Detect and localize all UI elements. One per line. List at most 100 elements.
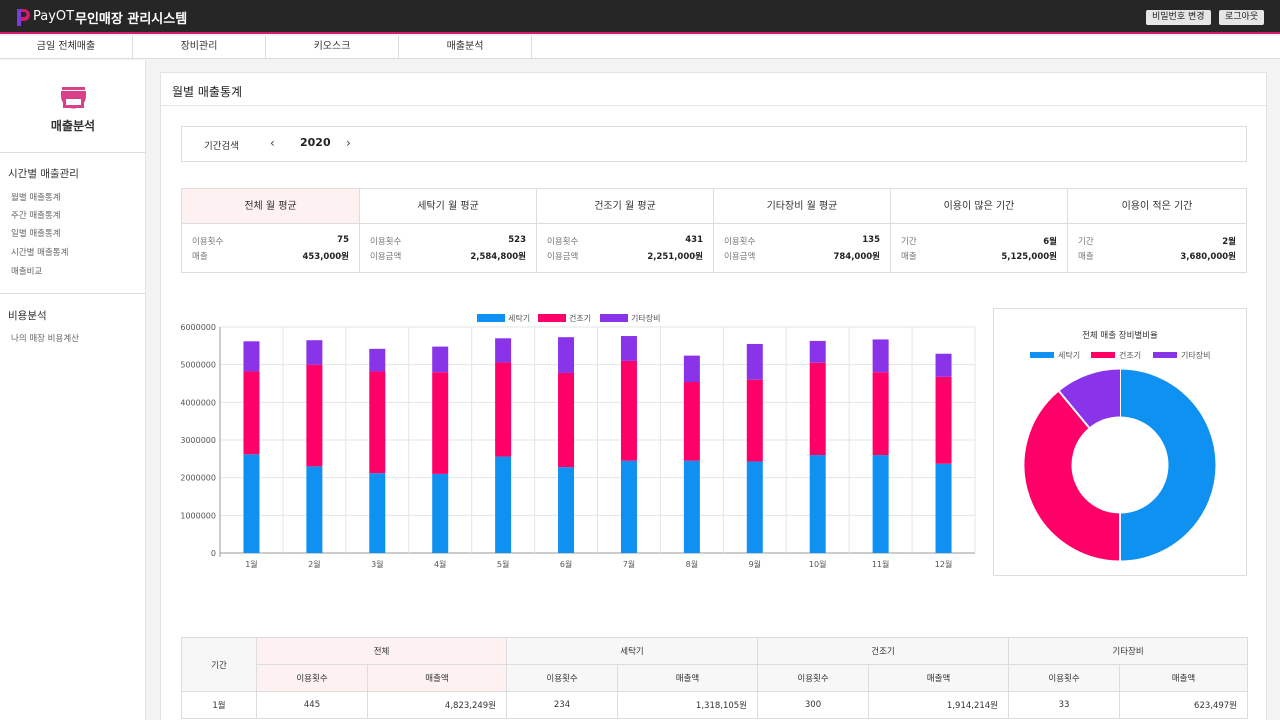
chevron-left-icon[interactable]: ‹ — [270, 136, 275, 150]
bar-세탁기 — [872, 455, 889, 553]
stat-value: 431 — [685, 235, 703, 245]
stat-card-title: 기타장비 월 평균 — [714, 189, 890, 224]
logout-button[interactable]: 로그아웃 — [1219, 10, 1265, 25]
donut-slice-기타장비 — [1059, 369, 1121, 429]
stat-card-quietest: 이용이 적은 기간 기간 2월 매출 3,680,000원 — [1068, 189, 1246, 272]
x-tick-label: 11월 — [872, 559, 890, 569]
monthly-sales-table: 기간 전체 세탁기 건조기 기타장비 이용횟수 매출액 이용횟수 매출액 이용횟… — [181, 637, 1249, 719]
table-header-washer: 세탁기 — [506, 637, 759, 665]
top-bar: PayOT 무인매장 관리시스템 비밀번호 변경 로그아웃 — [0, 0, 1280, 34]
bar-건조기 — [432, 372, 449, 474]
nav-item-kiosk[interactable]: 키오스크 — [266, 36, 399, 59]
stat-value: 523 — [508, 235, 526, 245]
x-tick-label: 10월 — [809, 559, 827, 569]
sidebar-link-compare[interactable]: 매출비교 — [11, 265, 42, 277]
sidebar-link-monthly[interactable]: 월별 매출통계 — [11, 191, 61, 203]
table-header-dryer: 건조기 — [757, 637, 1010, 665]
bar-세탁기 — [809, 455, 826, 553]
nav-item-today-sales[interactable]: 금일 전체매출 — [0, 36, 133, 59]
stat-key: 이용횟수 — [724, 237, 756, 247]
x-tick-label: 8월 — [686, 559, 698, 569]
x-tick-label: 4월 — [434, 559, 446, 569]
stat-card-row: 이용금액 784,000원 — [724, 250, 880, 262]
table-subheader-amount: 매출액 — [366, 664, 508, 692]
bar-기타장비 — [935, 353, 952, 377]
period-year: 2020 — [300, 136, 331, 149]
table-header-total: 전체 — [255, 637, 508, 665]
y-tick-label: 3000000 — [180, 436, 216, 445]
nav-item-equipment[interactable]: 장비관리 — [133, 36, 266, 59]
sidebar-link-hourly[interactable]: 시간별 매출통계 — [11, 246, 68, 258]
stat-key: 이용금액 — [724, 252, 756, 262]
legend-swatch — [1153, 352, 1177, 358]
x-tick-label: 12월 — [935, 559, 953, 569]
stat-card-title: 전체 월 평균 — [182, 189, 359, 224]
stat-key: 매출 — [192, 252, 208, 262]
stat-value: 5,125,000원 — [1001, 252, 1057, 262]
bar-기타장비 — [558, 337, 575, 373]
nav-item-sales-analysis[interactable]: 매출분석 — [399, 36, 532, 59]
brand-name: PayOT — [33, 9, 75, 24]
bar-기타장비 — [306, 340, 323, 365]
table-subheader-amount: 매출액 — [868, 664, 1010, 692]
bar-기타장비 — [432, 346, 449, 373]
bar-건조기 — [872, 372, 889, 456]
equipment-ratio-donut-chart: 세탁기 건조기 기타장비 — [1024, 350, 1216, 561]
bar-기타장비 — [872, 339, 889, 373]
x-tick-label: 6월 — [560, 559, 572, 569]
bar-건조기 — [243, 371, 260, 455]
stat-card-title: 세탁기 월 평균 — [360, 189, 536, 224]
bar-세탁기 — [432, 473, 449, 553]
stat-card-row: 기간 6월 — [901, 235, 1057, 247]
stat-value: 2월 — [1222, 237, 1236, 247]
stat-card-dryer: 건조기 월 평균 이용횟수 431 이용금액 2,251,000원 — [537, 189, 714, 272]
stat-card-row: 이용횟수 75 — [192, 235, 349, 247]
sidebar-link-weekly[interactable]: 주간 매출통계 — [11, 209, 61, 221]
table-cell: 234 — [506, 691, 619, 719]
x-tick-label: 2월 — [308, 559, 320, 569]
bar-세탁기 — [620, 460, 637, 553]
sidebar-link-daily[interactable]: 일별 매출통계 — [11, 227, 61, 239]
sidebar-group-cost[interactable]: 비용분석 — [8, 308, 47, 323]
page-title: 월별 매출통계 — [172, 85, 243, 99]
y-tick-label: 0 — [211, 549, 216, 558]
legend-label: 세탁기 — [508, 313, 530, 323]
table-subheader-count: 이용횟수 — [256, 664, 368, 692]
bar-건조기 — [495, 362, 512, 457]
y-tick-label: 6000000 — [180, 323, 216, 332]
table-cell: 33 — [1008, 691, 1121, 719]
stat-card-row: 기간 2월 — [1078, 235, 1236, 247]
panel-header: 월별 매출통계 — [161, 73, 1266, 106]
table-cell: 4,823,249원 — [366, 691, 508, 719]
legend-swatch — [477, 314, 505, 322]
sidebar: 매출분석 시간별 매출관리 월별 매출통계 주간 매출통계 일별 매출통계 시간… — [0, 60, 146, 720]
bar-건조기 — [620, 360, 637, 461]
chevron-right-icon[interactable]: › — [346, 136, 351, 150]
change-password-button[interactable]: 비밀번호 변경 — [1146, 10, 1211, 25]
stat-card-row: 이용횟수 431 — [547, 235, 703, 247]
equipment-ratio-panel: 전체 매출 장비별비율 세탁기 건조기 기타장비 — [993, 308, 1247, 576]
y-tick-label: 4000000 — [180, 398, 216, 407]
table-subheader-amount: 매출액 — [1119, 664, 1249, 692]
bar-세탁기 — [558, 467, 575, 553]
table-header-period: 기간 — [181, 637, 257, 692]
main-panel: 월별 매출통계 기간검색 ‹ 2020 › 전체 월 평균 이용횟수 75 매출 4… — [160, 72, 1267, 720]
table-cell: 1,914,214원 — [868, 691, 1010, 719]
stat-key: 매출 — [1078, 252, 1094, 262]
stat-card-row: 이용금액 2,251,000원 — [547, 250, 703, 262]
stat-card-row: 이용횟수 523 — [370, 235, 526, 247]
stat-value: 3,680,000원 — [1180, 252, 1236, 262]
stat-value: 784,000원 — [833, 252, 880, 262]
table-cell: 623,497원 — [1119, 691, 1249, 719]
stat-key: 이용금액 — [547, 252, 579, 262]
bar-건조기 — [306, 364, 323, 467]
table-cell: 445 — [256, 691, 368, 719]
table-subheader-amount: 매출액 — [617, 664, 759, 692]
sidebar-group-time-sales[interactable]: 시간별 매출관리 — [8, 166, 79, 181]
stat-card-total: 전체 월 평균 이용횟수 75 매출 453,000원 — [182, 189, 360, 272]
sidebar-link-cost-calc[interactable]: 나의 매장 비용계산 — [11, 332, 79, 344]
sidebar-title: 매출분석 — [50, 119, 96, 133]
stat-value: 135 — [862, 235, 880, 245]
legend-label: 건조기 — [569, 313, 591, 323]
bar-세탁기 — [495, 456, 512, 553]
